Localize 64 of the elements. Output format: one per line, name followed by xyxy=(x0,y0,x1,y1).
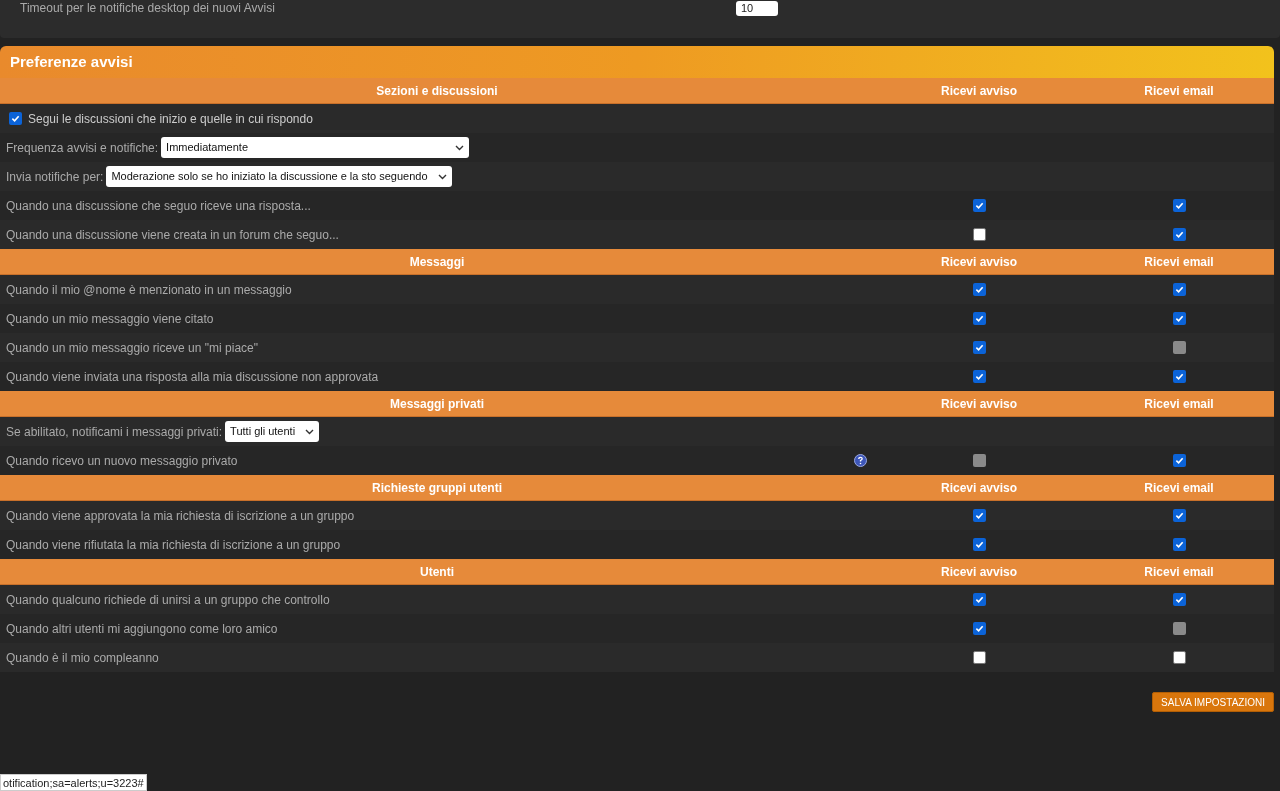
chevron-down-icon xyxy=(437,173,447,180)
section-title: Sezioni e discussioni xyxy=(375,82,499,100)
section-title: Messaggi xyxy=(408,253,466,271)
notification-label: Quando viene rifiutata la mia richiesta di iscrizione a un gruppo xyxy=(6,536,341,554)
column-header: Ricevi email xyxy=(1143,82,1215,100)
column-header: Ricevi email xyxy=(1143,253,1215,271)
checkbox[interactable] xyxy=(972,538,986,551)
number-field[interactable]: 10 xyxy=(736,1,778,16)
checkbox[interactable] xyxy=(1172,538,1186,551)
checkbox[interactable] xyxy=(1172,651,1186,664)
column-header: Ricevi email xyxy=(1143,563,1215,581)
checkbox[interactable] xyxy=(972,199,986,212)
chevron-down-icon xyxy=(455,144,465,151)
column-header: Ricevi avviso xyxy=(939,479,1019,497)
notification-label: Quando ricevo un nuovo messaggio privato xyxy=(6,452,238,470)
section-title: Utenti xyxy=(419,563,455,581)
notification-label: Quando una discussione che seguo riceve una risposta... xyxy=(6,197,311,215)
section-title: Messaggi privati xyxy=(389,395,485,413)
checkbox[interactable] xyxy=(1172,199,1186,212)
checkbox[interactable] xyxy=(972,341,986,354)
checkbox[interactable] xyxy=(1172,312,1186,325)
checkbox[interactable] xyxy=(1172,370,1186,383)
notification-label: Quando altri utenti mi aggiungono come loro amico xyxy=(6,620,278,638)
status-url: otification;sa=alerts;u=3223# xyxy=(0,774,147,791)
notification-label: Quando viene inviata una risposta alla mia discussione non approvata xyxy=(6,368,379,386)
notification-label: Quando viene approvata la mia richiesta di iscrizione a un gruppo xyxy=(6,507,355,525)
notification-label: Quando qualcuno richiede di unirsi a un gruppo che controllo xyxy=(6,591,330,609)
checkbox[interactable] xyxy=(1172,593,1186,606)
column-header: Ricevi avviso xyxy=(939,563,1019,581)
column-header: Ricevi avviso xyxy=(939,253,1019,271)
column-header: Ricevi email xyxy=(1143,395,1215,413)
option-label: Segui le discussioni che inizio e quelle in cui rispondo xyxy=(28,110,313,128)
setting-label: Timeout per le notifiche desktop dei nuovi Avvisi xyxy=(20,1,275,15)
column-header: Ricevi avviso xyxy=(939,82,1019,100)
checkbox[interactable] xyxy=(972,651,986,664)
checkbox[interactable] xyxy=(1172,509,1186,522)
checkbox[interactable] xyxy=(972,370,986,383)
column-header: Ricevi avviso xyxy=(939,395,1019,413)
dropdown[interactable]: Immediatamente xyxy=(161,137,470,158)
checkbox[interactable] xyxy=(1172,283,1186,296)
dropdown[interactable]: Tutti gli utenti xyxy=(225,421,320,442)
checkbox[interactable] xyxy=(972,312,986,325)
chevron-down-icon xyxy=(305,428,315,435)
notification-label: Quando un mio messaggio viene citato xyxy=(6,310,214,328)
field-label: Invia notifiche per: xyxy=(6,168,104,186)
checkbox[interactable] xyxy=(1172,228,1186,241)
checkbox[interactable] xyxy=(972,509,986,522)
field-label: Frequenza avvisi e notifiche: xyxy=(6,139,159,157)
column-header: Ricevi email xyxy=(1143,479,1215,497)
notification-label: Quando è il mio compleanno xyxy=(6,649,159,667)
checkbox[interactable] xyxy=(972,228,986,241)
checkbox[interactable] xyxy=(972,622,986,635)
notification-label: Quando il mio @nome è menzionato in un messaggio xyxy=(6,281,292,299)
panel-title: Preferenze avvisi xyxy=(0,46,1274,78)
notification-label: Quando un mio messaggio riceve un "mi piace" xyxy=(6,339,258,357)
notification-label: Quando una discussione viene creata in un forum che seguo... xyxy=(6,226,339,244)
checkbox[interactable] xyxy=(1172,454,1186,467)
field-label: Se abilitato, notificami i messaggi privati: xyxy=(6,423,223,441)
section-title: Richieste gruppi utenti xyxy=(371,479,503,497)
help-icon[interactable] xyxy=(854,454,867,467)
dropdown[interactable]: Moderazione solo se ho iniziato la discussione e la sto seguendo xyxy=(106,166,452,187)
checkbox[interactable] xyxy=(972,283,986,296)
checkbox[interactable] xyxy=(9,112,22,125)
checkbox[interactable] xyxy=(972,593,986,606)
